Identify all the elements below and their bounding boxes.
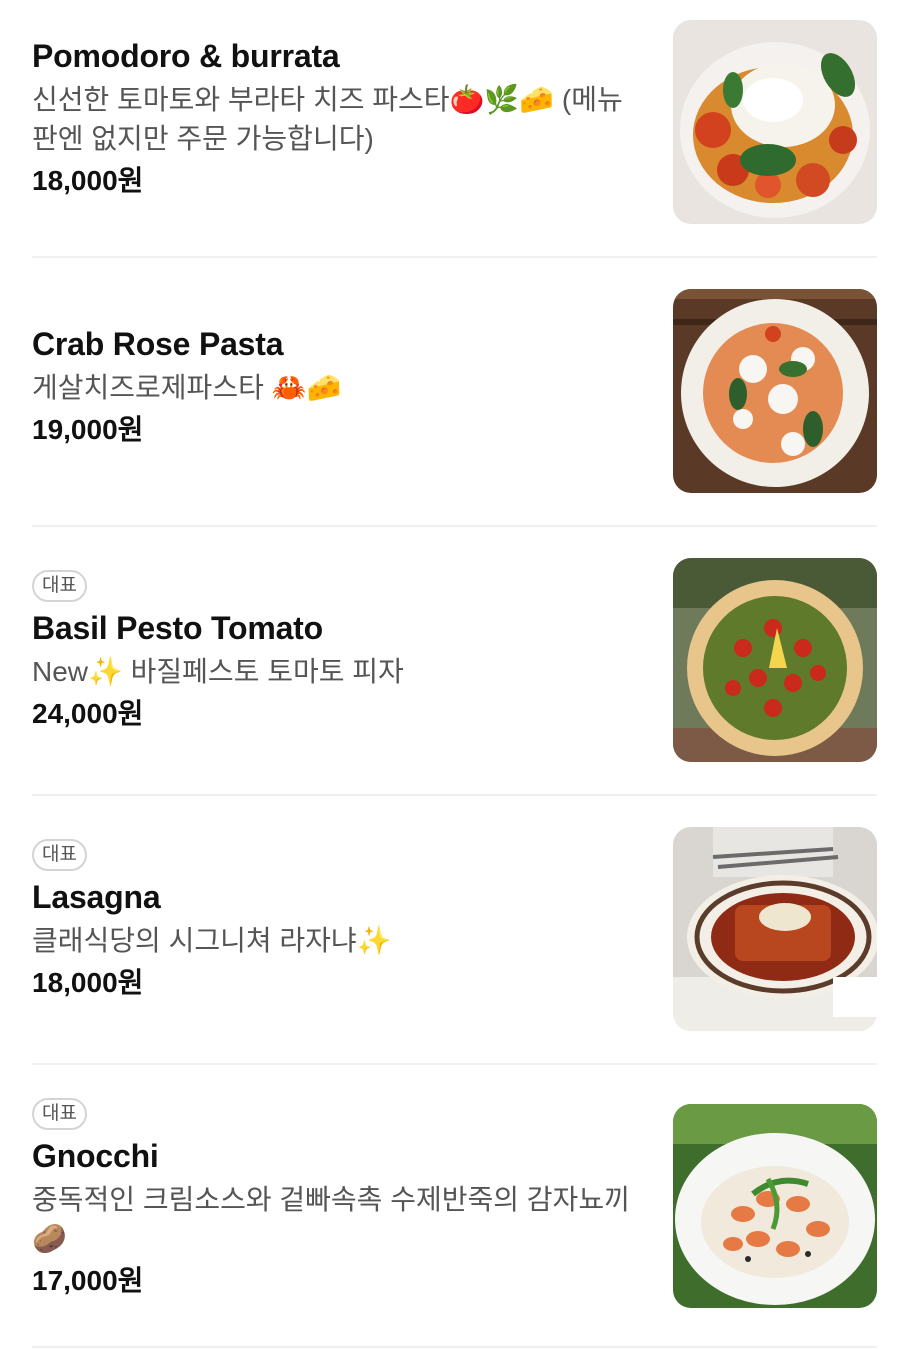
menu-item-description: 클래식당의 시그니쳐 라자냐✨ <box>32 921 642 960</box>
menu-item-text: Pomodoro & burrata 신선한 토마토와 부라타 치즈 파스타🍅🌿… <box>32 36 642 200</box>
signature-badge: 대표 <box>32 570 87 602</box>
divider <box>32 1063 877 1065</box>
divider <box>32 525 877 527</box>
menu-item-gnocchi[interactable]: 대표 Gnocchi 중독적인 크림소스와 겉빠속촉 수제반죽의 감자뇨끼 🥔 … <box>32 1098 877 1308</box>
menu-item-text: 대표 Lasagna 클래식당의 시그니쳐 라자냐✨ 18,000원 <box>32 839 642 1002</box>
menu-item-photo[interactable] <box>673 20 877 224</box>
menu-item-description: New✨ 바질페스토 토마토 피자 <box>32 652 642 691</box>
description-line: New✨ 바질페스토 토마토 피자 <box>32 656 404 687</box>
menu-item-price: 18,000원 <box>32 967 144 998</box>
menu-item-photo[interactable] <box>673 1104 877 1308</box>
menu-list: Pomodoro & burrata 신선한 토마토와 부라타 치즈 파스타🍅🌿… <box>0 0 900 1350</box>
menu-item-text: Crab Rose Pasta 게살치즈로제파스타 🦀🧀 19,000원 <box>32 324 642 449</box>
menu-item-price: 24,000원 <box>32 698 144 729</box>
divider <box>32 794 877 796</box>
description-line: 중독적인 크림소스와 겉빠속촉 수제반죽의 감자뇨끼 <box>32 1184 630 1215</box>
menu-item-text: 대표 Basil Pesto Tomato New✨ 바질페스토 토마토 피자 … <box>32 570 642 733</box>
description-line: 게살치즈로제파스타 🦀🧀 <box>32 372 342 403</box>
menu-item-price: 17,000원 <box>32 1265 144 1296</box>
description-line: 🥔 <box>32 1223 67 1254</box>
signature-badge: 대표 <box>32 1098 87 1130</box>
description-line: 신선한 토마토와 부라타 치즈 파스타🍅🌿🧀 (메뉴 <box>32 84 623 115</box>
divider <box>32 256 877 258</box>
menu-item-lasagna[interactable]: 대표 Lasagna 클래식당의 시그니쳐 라자냐✨ 18,000원 <box>32 827 877 1031</box>
menu-item-name: Pomodoro & burrata <box>32 38 340 74</box>
description-line: 판엔 없지만 주문 가능합니다) <box>32 123 374 154</box>
menu-item-name: Lasagna <box>32 879 161 915</box>
description-line: 클래식당의 시그니쳐 라자냐✨ <box>32 925 392 956</box>
menu-item-text: 대표 Gnocchi 중독적인 크림소스와 겉빠속촉 수제반죽의 감자뇨끼 🥔 … <box>32 1098 642 1300</box>
menu-item-pomodoro-burrata[interactable]: Pomodoro & burrata 신선한 토마토와 부라타 치즈 파스타🍅🌿… <box>32 20 877 224</box>
menu-item-name: Crab Rose Pasta <box>32 326 284 362</box>
menu-item-name: Basil Pesto Tomato <box>32 610 323 646</box>
signature-badge: 대표 <box>32 839 87 871</box>
menu-item-price: 18,000원 <box>32 165 144 196</box>
menu-item-photo[interactable] <box>673 827 877 1031</box>
menu-item-photo[interactable] <box>673 558 877 762</box>
menu-item-price: 19,000원 <box>32 414 144 445</box>
menu-item-photo[interactable] <box>673 289 877 493</box>
menu-item-basil-pesto-tomato[interactable]: 대표 Basil Pesto Tomato New✨ 바질페스토 토마토 피자 … <box>32 558 877 762</box>
menu-item-description: 게살치즈로제파스타 🦀🧀 <box>32 368 642 407</box>
divider <box>32 1346 877 1348</box>
menu-item-description: 신선한 토마토와 부라타 치즈 파스타🍅🌿🧀 (메뉴 판엔 없지만 주문 가능합… <box>32 80 642 158</box>
menu-item-description: 중독적인 크림소스와 겉빠속촉 수제반죽의 감자뇨끼 🥔 <box>32 1180 642 1258</box>
menu-item-crab-rose-pasta[interactable]: Crab Rose Pasta 게살치즈로제파스타 🦀🧀 19,000원 <box>32 289 877 493</box>
menu-item-name: Gnocchi <box>32 1138 159 1174</box>
